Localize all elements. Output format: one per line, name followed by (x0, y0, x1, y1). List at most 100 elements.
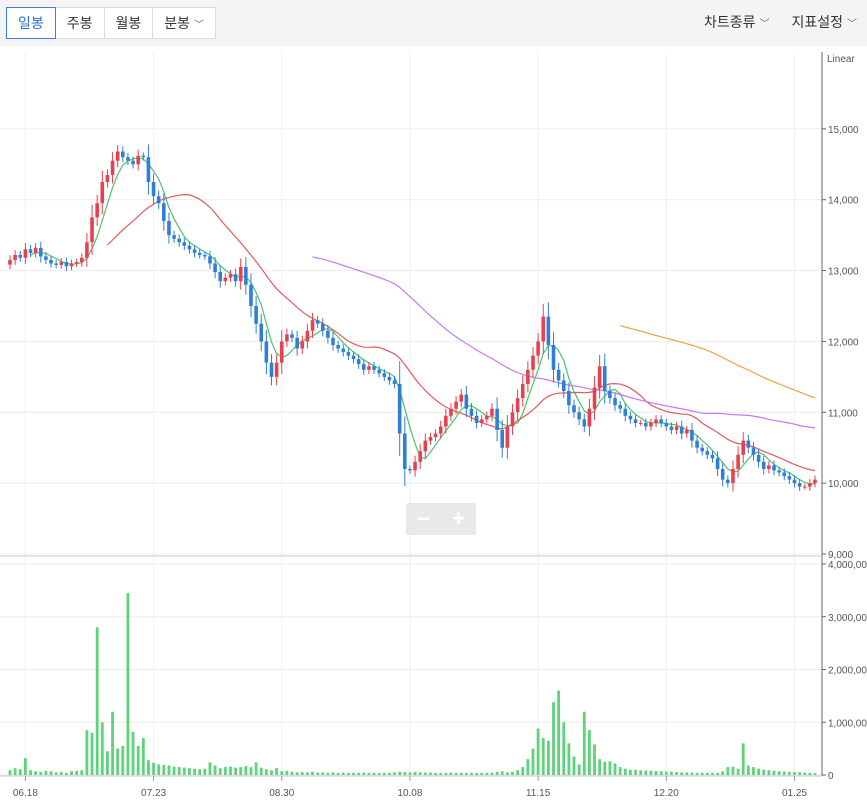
candle-body (74, 262, 79, 264)
volume-bar (423, 772, 427, 775)
candle-body (28, 249, 33, 253)
ma120-line (620, 325, 816, 399)
volume-bar (357, 772, 361, 775)
volume-bar (454, 772, 458, 775)
volume-bar (300, 772, 304, 775)
candle-body (710, 454, 715, 459)
price-axis-ticks: 9,00010,00011,00012,00013,00014,00015,00… (822, 125, 859, 561)
chevron-down-icon: ﹀ (194, 20, 205, 31)
volume-bar (239, 767, 243, 775)
volume-bar (726, 767, 730, 775)
volume-bar (582, 711, 586, 775)
candle-body (336, 344, 340, 349)
candle-body (295, 337, 299, 349)
candle-body (141, 155, 146, 158)
tab-minute[interactable]: 분봉 ﹀ (153, 8, 215, 38)
candle-body (490, 408, 494, 416)
volume-bar (552, 702, 555, 775)
volume-series (8, 593, 817, 775)
candle-body (397, 383, 402, 434)
price-tick-label: 11,000 (828, 408, 858, 419)
volume-bar (229, 766, 232, 775)
candle-body (531, 355, 535, 370)
volume-bar (546, 740, 550, 775)
volume-bar (234, 767, 238, 775)
volume-bar (208, 762, 212, 775)
candle-body (469, 408, 474, 416)
candle-body (197, 252, 202, 255)
candle-body (90, 217, 94, 243)
volume-bar (275, 768, 279, 775)
volume-bar (193, 768, 196, 775)
zoom-in-button[interactable]: + (441, 503, 476, 535)
candle-body (213, 263, 217, 272)
volume-bar (470, 772, 473, 775)
candle-body (305, 330, 310, 342)
candle-body (485, 415, 489, 420)
candle-body (115, 151, 120, 161)
volume-bar (741, 743, 745, 775)
candle-body (782, 472, 787, 477)
volume-bar (639, 770, 643, 775)
candle-body (387, 376, 392, 381)
volume-bar (567, 743, 571, 775)
candle-body (674, 426, 679, 430)
volume-bar (290, 771, 294, 775)
volume-bar (752, 767, 755, 775)
candle-body (44, 256, 48, 260)
candle-body (464, 394, 469, 409)
volume-bar (629, 769, 632, 775)
volume-bar (623, 768, 627, 775)
volume-bar (131, 731, 135, 775)
indicator-settings-menu[interactable]: 지표설정 ﹀ (791, 7, 857, 37)
chart-options-menu: 차트종류 ﹀ 지표설정 ﹀ (704, 7, 857, 37)
candle-body (85, 242, 89, 258)
volume-bar (64, 772, 68, 775)
stock-chart[interactable]: Linear 9,00010,00011,00012,00013,00014,0… (0, 46, 867, 803)
volume-bar (403, 772, 407, 775)
volume-bar (777, 771, 781, 775)
volume-bar (182, 767, 186, 775)
candle-body (541, 316, 546, 342)
volume-bar (295, 772, 299, 775)
volume-bar (393, 772, 396, 775)
candle-body (536, 341, 540, 356)
volume-bar (654, 771, 658, 775)
candle-body (495, 408, 499, 430)
volume-bar (418, 772, 422, 775)
candle-body (361, 364, 366, 370)
volume-bar (757, 768, 761, 775)
candle-body (244, 267, 248, 285)
volume-bar (23, 758, 27, 775)
candle-body (279, 341, 284, 363)
volume-bar (644, 770, 648, 775)
candle-body (551, 344, 556, 370)
candle-body (290, 334, 294, 338)
volume-bar (439, 772, 443, 775)
candle-body (685, 430, 689, 434)
candlestick-series (8, 144, 817, 492)
volume-bar (808, 772, 812, 775)
candle-body (403, 433, 407, 469)
candle-body (392, 380, 397, 384)
volume-bar (8, 770, 12, 775)
candle-body (131, 160, 135, 165)
volume-bar (557, 690, 561, 775)
volume-bar (593, 744, 596, 775)
volume-bar (634, 769, 637, 775)
tab-weekly[interactable]: 주봉 (56, 8, 105, 38)
zoom-out-button[interactable]: − (406, 503, 441, 535)
candle-body (479, 419, 484, 423)
candle-body (121, 151, 125, 158)
candle-body (567, 391, 571, 406)
tab-daily[interactable]: 일봉 (6, 7, 56, 39)
price-tick-label: 12,000 (828, 337, 859, 348)
chart-type-menu[interactable]: 차트종류 ﹀ (704, 7, 770, 37)
candle-body (167, 220, 171, 236)
candle-body (792, 479, 797, 484)
tab-monthly[interactable]: 월봉 (105, 8, 154, 38)
volume-bar (44, 770, 48, 775)
volume-tick-label: 1,000,00 (828, 718, 867, 729)
volume-bar (521, 767, 525, 775)
volume-bar (141, 738, 145, 775)
